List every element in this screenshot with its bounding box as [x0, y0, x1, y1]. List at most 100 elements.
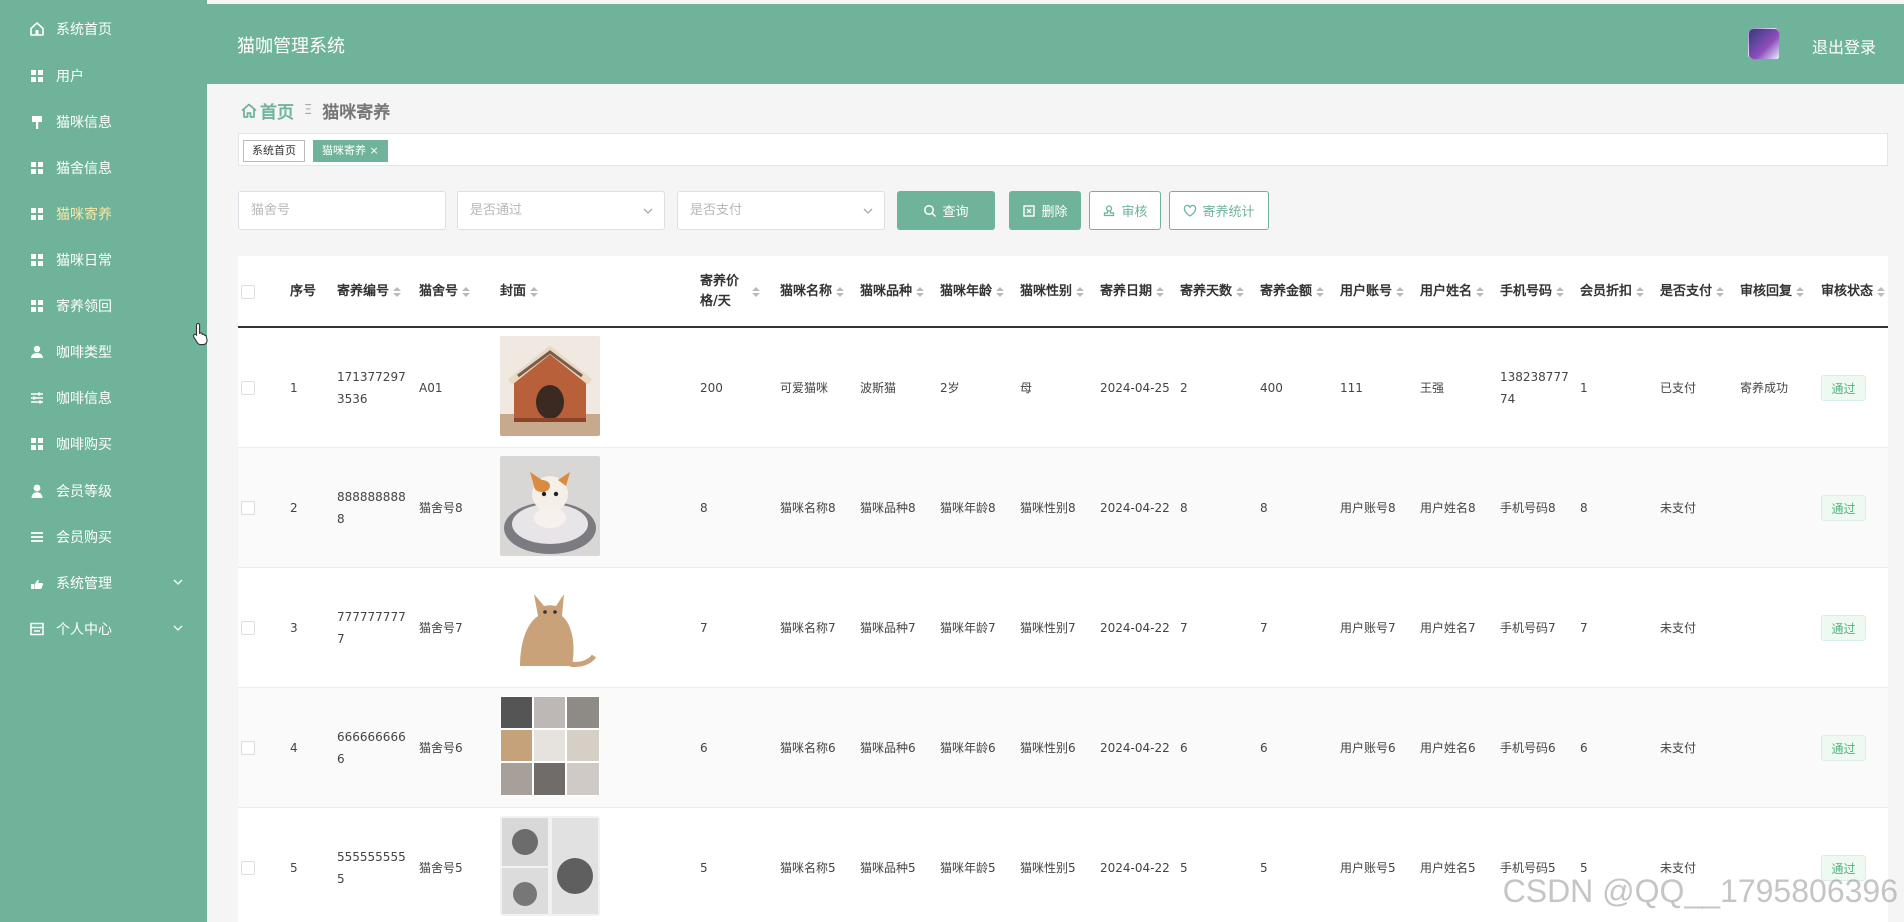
sort-icon[interactable] [1796, 286, 1805, 298]
sort-icon[interactable] [836, 286, 845, 298]
sliders-icon [28, 389, 46, 407]
sidebar-item-6[interactable]: 寄养领回 [0, 286, 207, 326]
sort-icon[interactable] [1877, 286, 1886, 298]
delete-button[interactable]: 删除 [1009, 191, 1081, 230]
cattery-search-input[interactable]: 猫舍号 [238, 191, 446, 230]
column-header-0[interactable]: 序号 [290, 256, 330, 328]
user-avatar[interactable] [1748, 28, 1780, 60]
row-checkbox[interactable] [241, 861, 255, 875]
column-header-4[interactable]: 寄养价格/天 [700, 256, 770, 328]
sort-icon[interactable] [1636, 286, 1645, 298]
sidebar-item-label: 会员购买 [56, 530, 112, 546]
column-header-11[interactable]: 寄养金额 [1260, 256, 1340, 328]
sort-icon[interactable] [1236, 286, 1245, 298]
sidebar-item-2[interactable]: 猫咪信息 [0, 102, 207, 142]
sort-icon[interactable] [1076, 286, 1085, 298]
sort-icon[interactable] [530, 286, 539, 298]
cell-age-value: 猫咪年龄6 [940, 741, 996, 755]
column-header-14[interactable]: 手机号码 [1500, 256, 1578, 328]
sort-icon[interactable] [1396, 286, 1405, 298]
cell-discount: 7 [1580, 568, 1658, 688]
column-header-17[interactable]: 审核回复 [1740, 256, 1818, 328]
sort-icon[interactable] [1156, 286, 1165, 298]
table-row[interactable]: 3 7777777777 猫舍号7 7 猫咪名称7 猫咪品种7 猫咪年龄7 猫咪性别7 2024… [238, 568, 1888, 688]
watermark: CSDN @QQ__1795806396 [1502, 873, 1898, 909]
sort-icon[interactable] [1316, 286, 1325, 298]
sidebar-item-0[interactable]: 系统首页 [0, 9, 207, 49]
sidebar-item-5[interactable]: 猫咪日常 [0, 240, 207, 280]
column-header-label: 封面 [500, 284, 527, 299]
tab-home[interactable]: 系统首页 [243, 140, 305, 162]
boarding-stats-button[interactable]: 寄养统计 [1169, 191, 1269, 230]
select-all-checkbox[interactable] [241, 285, 255, 299]
sort-icon[interactable] [1556, 286, 1565, 298]
sidebar-item-label: 猫舍信息 [56, 161, 112, 177]
approved-select[interactable]: 是否通过 [457, 191, 665, 230]
cell-price: 200 [700, 328, 770, 448]
cell-username-value: 用户姓名5 [1420, 861, 1476, 875]
sort-icon[interactable] [1716, 286, 1725, 298]
delete-button-label: 删除 [1041, 205, 1068, 220]
column-header-16[interactable]: 是否支付 [1660, 256, 1740, 328]
sidebar-item-13[interactable]: 个人中心 [0, 609, 207, 649]
cell-breed-value: 波斯猫 [860, 381, 897, 395]
cell-reply [1740, 568, 1818, 688]
sidebar-item-11[interactable]: 会员购买 [0, 517, 207, 557]
column-header-8[interactable]: 猫咪性别 [1020, 256, 1100, 328]
column-header-10[interactable]: 寄养天数 [1180, 256, 1258, 328]
row-checkbox[interactable] [241, 621, 255, 635]
column-header-2[interactable]: 猫舍号 [419, 256, 497, 328]
grid-icon [28, 251, 46, 269]
cell-name: 猫咪名称6 [780, 688, 860, 808]
column-header-5[interactable]: 猫咪名称 [780, 256, 860, 328]
column-header-3[interactable]: 封面 [500, 256, 690, 328]
paid-select-placeholder: 是否支付 [690, 203, 743, 218]
column-header-9[interactable]: 寄养日期 [1100, 256, 1180, 328]
row-checkbox[interactable] [241, 741, 255, 755]
table-row[interactable]: 1 1713772973536 A01 200 可爱猫咪 波斯猫 2岁 母 2024-04-25… [238, 328, 1888, 448]
sort-icon[interactable] [916, 286, 925, 298]
column-header-13[interactable]: 用户姓名 [1420, 256, 1500, 328]
sort-icon[interactable] [1476, 286, 1485, 298]
cell-cattery: 猫舍号5 [419, 808, 497, 922]
column-header-7[interactable]: 猫咪年龄 [940, 256, 1018, 328]
cover-image [500, 816, 600, 916]
sidebar-item-10[interactable]: 会员等级 [0, 471, 207, 511]
table-row[interactable]: 4 6666666666 猫舍号6 6 猫咪名称6 猫咪品种6 猫咪年龄6 猫咪性别6 2024… [238, 688, 1888, 808]
breadcrumb-home[interactable]: 首页 [260, 98, 294, 123]
cell-name: 猫咪名称7 [780, 568, 860, 688]
sort-icon[interactable] [996, 286, 1005, 298]
cell-discount: 6 [1580, 688, 1658, 808]
sort-icon[interactable] [393, 286, 402, 298]
sort-icon[interactable] [462, 286, 471, 298]
status-badge: 通过 [1821, 615, 1866, 641]
review-button[interactable]: 审核 [1089, 191, 1161, 230]
table-row[interactable]: 2 8888888888 猫舍号8 8 猫咪名称8 猫咪品种8 猫咪年龄8 猫咪性别8 2024… [238, 448, 1888, 568]
sidebar-item-3[interactable]: 猫舍信息 [0, 148, 207, 188]
query-button[interactable]: 查询 [897, 191, 995, 230]
cell-days-value: 6 [1180, 741, 1188, 755]
sort-icon[interactable] [752, 286, 760, 298]
sidebar-item-8[interactable]: 咖啡信息 [0, 378, 207, 418]
paid-select[interactable]: 是否支付 [677, 191, 885, 230]
sidebar-item-4[interactable]: 猫咪寄养 [0, 194, 207, 234]
cell-amount-value: 6 [1260, 741, 1268, 755]
column-header-18[interactable]: 审核状态 [1821, 256, 1887, 328]
sidebar-item-7[interactable]: 咖啡类型 [0, 332, 207, 372]
cell-date-value: 2024-04-22 [1100, 621, 1170, 635]
sidebar-item-9[interactable]: 咖啡购买 [0, 424, 207, 464]
sidebar-item-12[interactable]: 系统管理 [0, 563, 207, 603]
column-header-12[interactable]: 用户账号 [1340, 256, 1420, 328]
logout-button[interactable]: 退出登录 [1812, 34, 1876, 58]
search-icon [924, 204, 937, 217]
cell-price-value: 200 [700, 381, 723, 395]
column-header-6[interactable]: 猫咪品种 [860, 256, 938, 328]
cell-username: 用户姓名7 [1420, 568, 1500, 688]
row-checkbox[interactable] [241, 501, 255, 515]
sidebar-item-1[interactable]: 用户 [0, 56, 207, 96]
column-header-15[interactable]: 会员折扣 [1580, 256, 1658, 328]
tab-cat-boarding[interactable]: 猫咪寄养 × [313, 140, 388, 162]
cell-code: 6666666666 [337, 688, 417, 808]
column-header-1[interactable]: 寄养编号 [337, 256, 417, 328]
row-checkbox[interactable] [241, 381, 255, 395]
